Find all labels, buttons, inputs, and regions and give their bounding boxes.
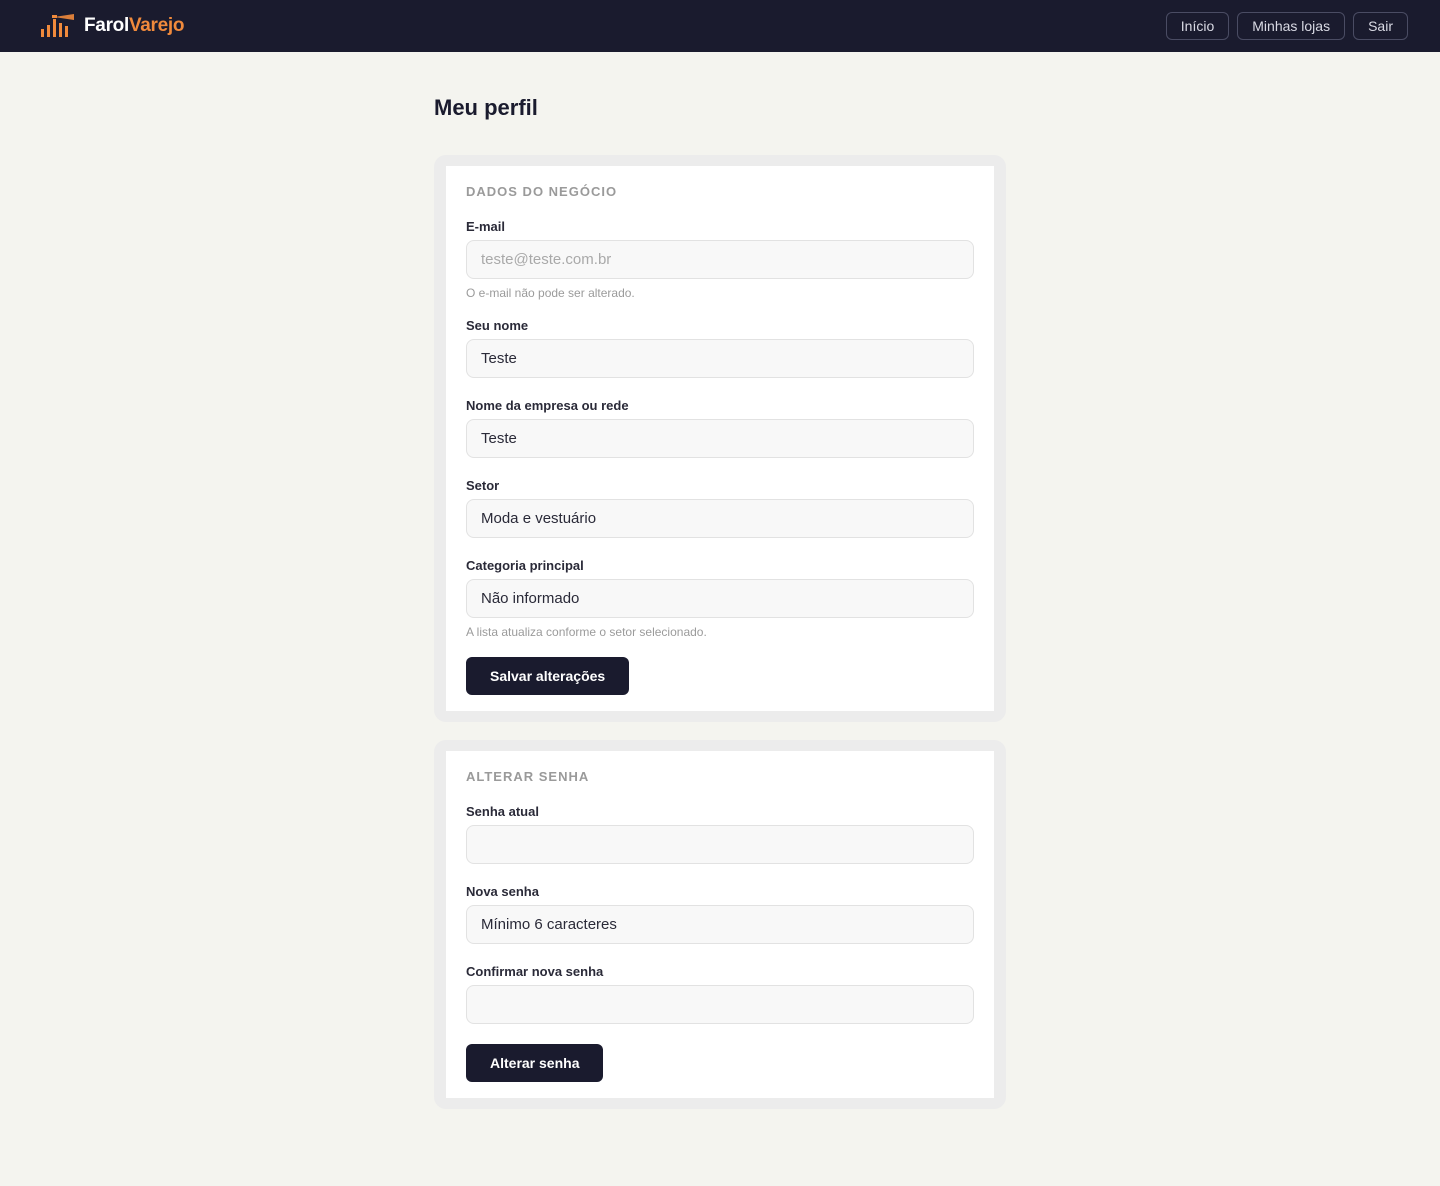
top-nav: Início Minhas lojas Sair: [1165, 12, 1408, 40]
current-password-input[interactable]: [466, 825, 974, 864]
brand-name-part1: Farol: [84, 15, 129, 36]
sector-select[interactable]: Moda e vestuário: [466, 499, 974, 538]
category-hint: A lista atualiza conforme o setor seleci…: [466, 625, 707, 639]
confirm-password-label: Confirmar nova senha: [466, 964, 604, 979]
email-hint: O e-mail não pode ser alterado.: [466, 286, 635, 300]
brand-logo[interactable]: FarolVarejo: [40, 13, 185, 39]
confirm-password-input[interactable]: [466, 985, 974, 1024]
sector-label: Setor: [466, 478, 500, 493]
new-password-label: Nova senha: [466, 884, 539, 899]
name-field-group: Seu nome Teste: [466, 318, 974, 378]
business-data-card: DADOS DO NEGÓCIO E-mail teste@teste.com.…: [434, 155, 1006, 722]
change-password-button[interactable]: Alterar senha: [466, 1044, 604, 1082]
page-title: Meu perfil: [434, 95, 538, 120]
password-section-title: ALTERAR SENHA: [466, 769, 590, 784]
current-password-group: Senha atual: [466, 804, 974, 864]
new-password-group: Nova senha: [466, 884, 974, 944]
category-label: Categoria principal: [466, 558, 584, 573]
current-password-label: Senha atual: [466, 804, 539, 819]
company-label: Nome da empresa ou rede: [466, 398, 629, 413]
email-label: E-mail: [466, 219, 506, 234]
confirm-password-group: Confirmar nova senha: [466, 964, 974, 1024]
email-field: teste@teste.com.br: [466, 240, 974, 279]
brand-name: FarolVarejo: [84, 15, 185, 37]
new-password-input[interactable]: [466, 905, 974, 944]
category-select[interactable]: Não informado: [466, 579, 974, 618]
brand-name-part2: Varejo: [128, 15, 185, 36]
email-field-group: E-mail teste@teste.com.br O e-mail não p…: [466, 219, 974, 300]
name-input[interactable]: Teste: [466, 339, 974, 378]
nav-home-button[interactable]: Início: [1165, 12, 1230, 40]
save-changes-button[interactable]: Salvar alterações: [466, 657, 630, 695]
name-label: Seu nome: [466, 318, 529, 333]
lighthouse-bars-icon: [41, 14, 74, 37]
business-section-title: DADOS DO NEGÓCIO: [466, 184, 618, 199]
sector-field-group: Setor Moda e vestuário: [466, 478, 974, 538]
nav-stores-button[interactable]: Minhas lojas: [1237, 12, 1346, 40]
company-input[interactable]: Teste: [466, 419, 974, 458]
category-field-group: Categoria principal Não informado A list…: [466, 558, 974, 639]
change-password-card: ALTERAR SENHA Senha atual Nova senha Con…: [434, 740, 1006, 1109]
logout-button[interactable]: Sair: [1353, 12, 1408, 40]
top-navbar: FarolVarejo Início Minhas lojas Sair: [0, 0, 1440, 52]
company-field-group: Nome da empresa ou rede Teste: [466, 398, 974, 458]
